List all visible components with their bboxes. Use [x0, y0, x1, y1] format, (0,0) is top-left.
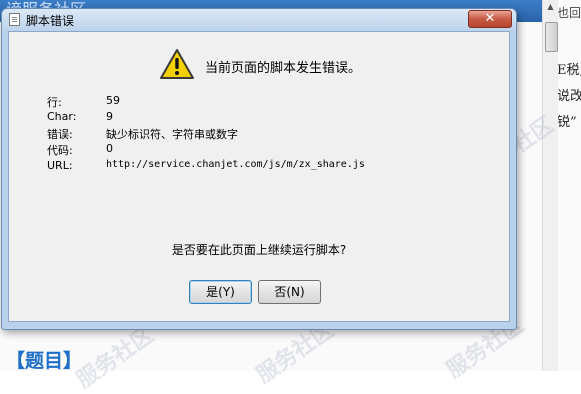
- error-message: 当前页面的脚本发生错误。: [205, 61, 362, 76]
- scroll-up-icon[interactable]: ▲: [543, 2, 558, 14]
- no-button[interactable]: 否(N): [258, 280, 321, 304]
- close-icon: ✕: [484, 11, 496, 26]
- dialog-titlebar[interactable]: 脚本错误 ✕: [2, 9, 516, 31]
- field-label: 行:: [47, 96, 62, 109]
- close-button[interactable]: ✕: [468, 10, 512, 28]
- background-text-line: 锐”: [557, 115, 577, 130]
- field-label: Char:: [47, 110, 77, 123]
- dialog-title: 脚本错误: [26, 14, 75, 28]
- field-value: 缺少标识符、字符串或数字: [106, 128, 238, 141]
- background-text-column: E税, 说改 锐”: [557, 58, 581, 136]
- background-text-line: 说改: [557, 89, 581, 104]
- field-value: 59: [106, 94, 120, 107]
- script-error-dialog: 脚本错误 ✕ 当前页面的脚本发生错误。 行: 59 Char: 9 错误: 缺少…: [1, 8, 517, 330]
- continue-question: 是否要在此页面上继续运行脚本?: [171, 243, 347, 257]
- warning-icon: [160, 49, 194, 79]
- background-text-line: E税,: [557, 63, 581, 78]
- field-value: http://service.chanjet.com/js/m/zx_share…: [106, 159, 365, 170]
- page-scrollbar[interactable]: ▲: [542, 0, 558, 371]
- dialog-body: 当前页面的脚本发生错误。 行: 59 Char: 9 错误: 缺少标识符、字符串…: [8, 31, 510, 322]
- field-value: 0: [106, 142, 113, 155]
- background-text-top: 也回: [557, 6, 581, 20]
- yes-button[interactable]: 是(Y): [189, 280, 252, 304]
- field-label: 错误:: [47, 128, 73, 141]
- field-label: URL:: [47, 159, 73, 172]
- field-value: 9: [106, 110, 113, 123]
- field-label: 代码:: [47, 144, 73, 157]
- scroll-thumb[interactable]: [545, 22, 558, 52]
- script-page-icon: [9, 13, 20, 26]
